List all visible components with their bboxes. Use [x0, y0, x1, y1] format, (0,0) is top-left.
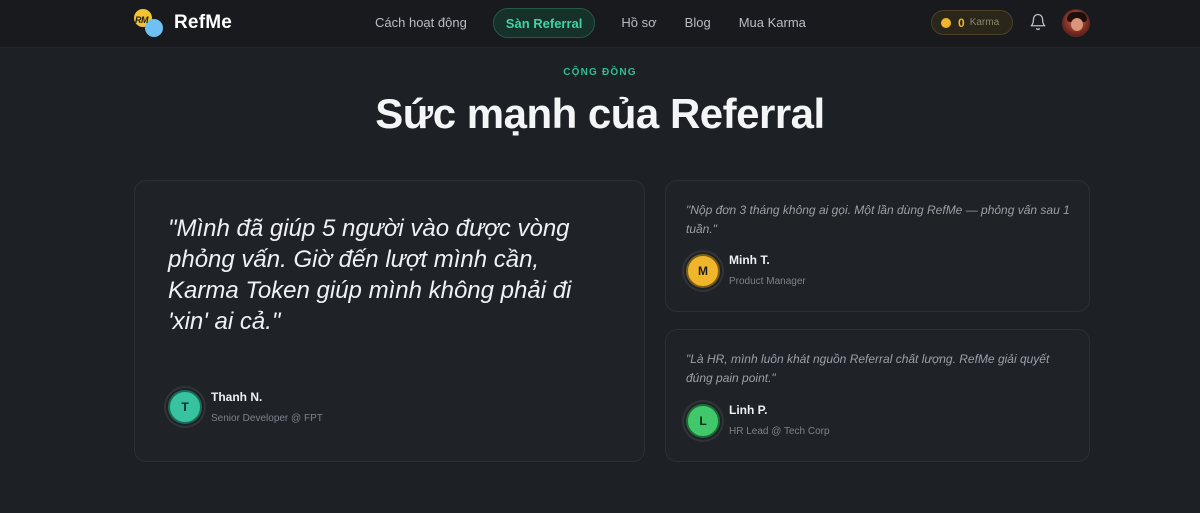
testimonial-name: Thanh N. — [211, 390, 263, 404]
testimonial-quote: "Là HR, mình luôn khát nguồn Referral ch… — [686, 352, 1050, 385]
karma-coin-icon — [941, 17, 951, 28]
top-navbar: RM RefMe Cách hoạt động Sàn Referral Hồ … — [0, 0, 1200, 48]
karma-balance-label: Karma — [969, 17, 1000, 28]
testimonial-avatar: L — [686, 404, 720, 438]
testimonial-role: Product Manager — [729, 276, 806, 287]
karma-balance-value: 0 — [958, 15, 965, 30]
testimonial-role: HR Lead @ Tech Corp — [729, 426, 830, 437]
refme-logo-icon: RM — [134, 7, 166, 39]
nav-profile[interactable]: Hồ sơ — [607, 8, 670, 38]
nav-buy-karma[interactable]: Mua Karma — [725, 8, 820, 38]
testimonial-quote: "Nộp đơn 3 tháng không ai gọi. Một lần d… — [686, 203, 1070, 236]
brand-name: RefMe — [174, 12, 233, 33]
brand-logo-link[interactable]: RM RefMe — [134, 7, 232, 39]
testimonial-avatar: T — [168, 390, 202, 424]
testimonial-role: Senior Developer @ FPT — [211, 413, 323, 424]
featured-testimonial-card: "Mình đã giúp 5 người vào được vòng phỏn… — [134, 180, 645, 462]
testimonial-card: "Là HR, mình luôn khát nguồn Referral ch… — [665, 329, 1090, 462]
section-eyebrow: CỘNG ĐỒNG — [563, 67, 637, 78]
user-avatar[interactable] — [1062, 9, 1090, 37]
testimonial-quote: "Mình đã giúp 5 người vào được vòng phỏn… — [168, 215, 572, 335]
nav-how-it-works[interactable]: Cách hoạt động — [361, 8, 481, 38]
nav-referral-market[interactable]: Sàn Referral — [492, 8, 596, 38]
section-title: Sức mạnh của Referral — [375, 90, 825, 137]
testimonial-card: "Nộp đơn 3 tháng không ai gọi. Một lần d… — [665, 180, 1090, 312]
testimonial-name: Linh P. — [729, 403, 768, 417]
notification-bell-icon[interactable] — [1029, 13, 1047, 31]
main-menu: Cách hoạt động Sàn Referral Hồ sơ Blog M… — [361, 8, 820, 38]
testimonial-avatar: M — [686, 254, 720, 288]
karma-balance-badge[interactable]: 0 Karma — [931, 10, 1013, 35]
nav-blog[interactable]: Blog — [671, 8, 725, 38]
testimonial-name: Minh T. — [729, 253, 770, 267]
